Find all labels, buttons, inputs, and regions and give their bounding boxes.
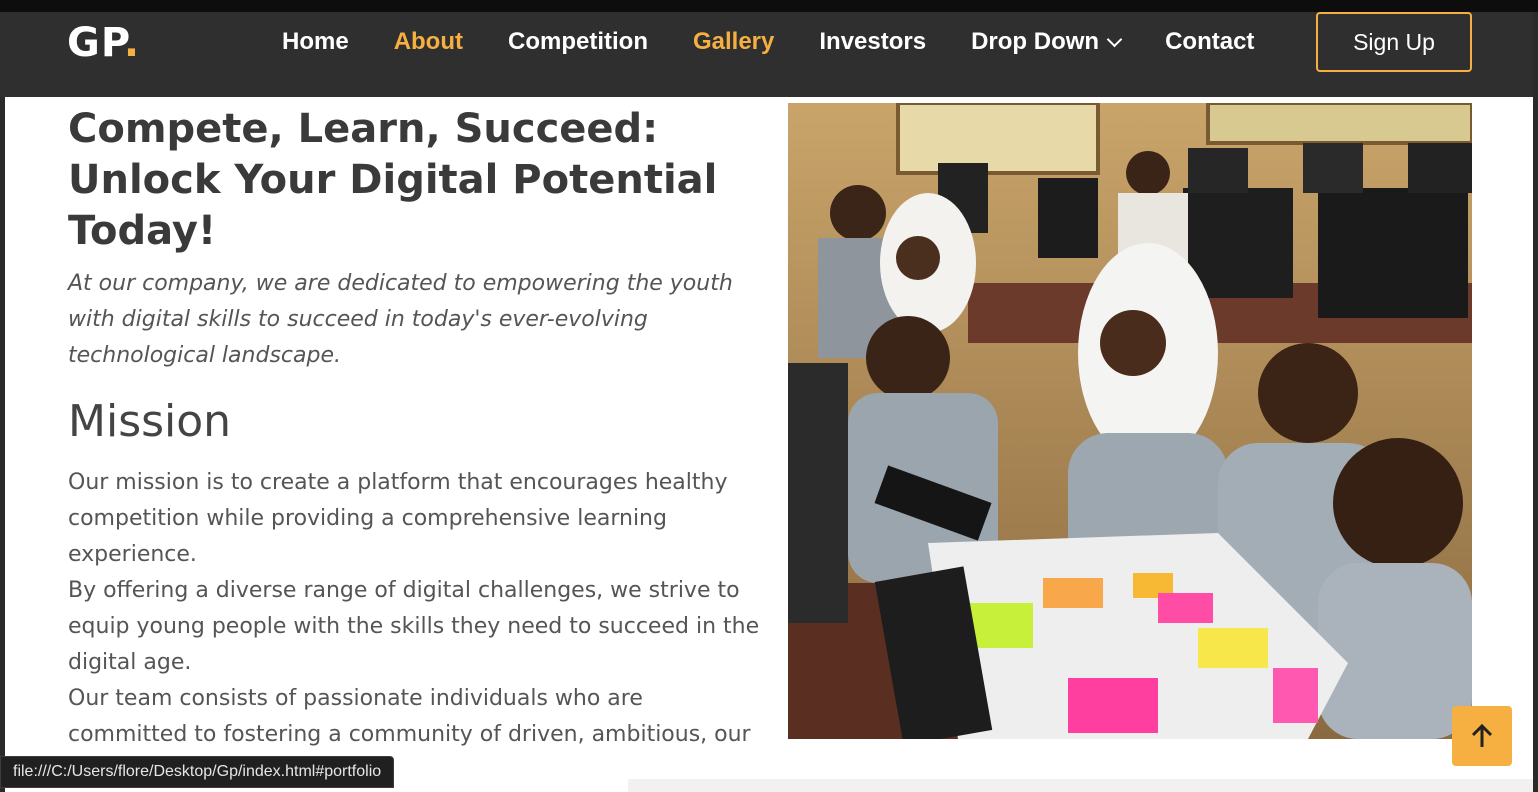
logo[interactable]: GP.	[67, 20, 140, 66]
hero-title-line: Today!	[68, 208, 217, 254]
scroll-to-top-button[interactable]	[1452, 706, 1512, 766]
nav-menu: Home About Competition Gallery Investors…	[282, 12, 1299, 72]
left-window-edge	[0, 97, 5, 792]
nav-home[interactable]: Home	[282, 28, 349, 56]
hero-title: Compete, Learn, Succeed: Unlock Your Dig…	[68, 104, 768, 257]
nav-competition[interactable]: Competition	[508, 28, 648, 56]
classroom-photo-illustration	[788, 103, 1472, 739]
mission-heading: Mission	[68, 396, 232, 447]
background-window-strip	[628, 779, 1533, 792]
window-top-strip	[0, 0, 1538, 12]
nav-dropdown[interactable]: Drop Down	[971, 28, 1123, 56]
arrow-up-icon	[1471, 723, 1493, 747]
navbar: GP. Home About Competition Gallery Inves…	[0, 12, 1538, 97]
sign-up-button[interactable]: Sign Up	[1316, 12, 1472, 72]
nav-contact[interactable]: Contact	[1165, 28, 1254, 56]
logo-text: GP	[67, 20, 124, 66]
scrollbar[interactable]	[1533, 12, 1538, 792]
logo-dot: .	[123, 20, 141, 66]
hero-title-line: Compete, Learn, Succeed:	[68, 106, 659, 152]
nav-dropdown-label: Drop Down	[971, 28, 1100, 55]
chevron-down-icon	[1106, 31, 1123, 47]
nav-about[interactable]: About	[394, 28, 463, 56]
nav-gallery[interactable]: Gallery	[693, 28, 774, 56]
browser-status-bar: file:///C:/Users/flore/Desktop/Gp/index.…	[0, 756, 395, 788]
mission-paragraph: Our mission is to create a platform that…	[68, 470, 728, 567]
hero-subtitle: At our company, we are dedicated to empo…	[68, 271, 733, 368]
mission-body: Our mission is to create a platform that…	[68, 465, 768, 789]
hero-photo	[788, 103, 1472, 739]
hero-title-line: Unlock Your Digital Potential	[68, 157, 718, 203]
nav-investors[interactable]: Investors	[819, 28, 926, 56]
mission-paragraph: By offering a diverse range of digital c…	[68, 578, 760, 675]
